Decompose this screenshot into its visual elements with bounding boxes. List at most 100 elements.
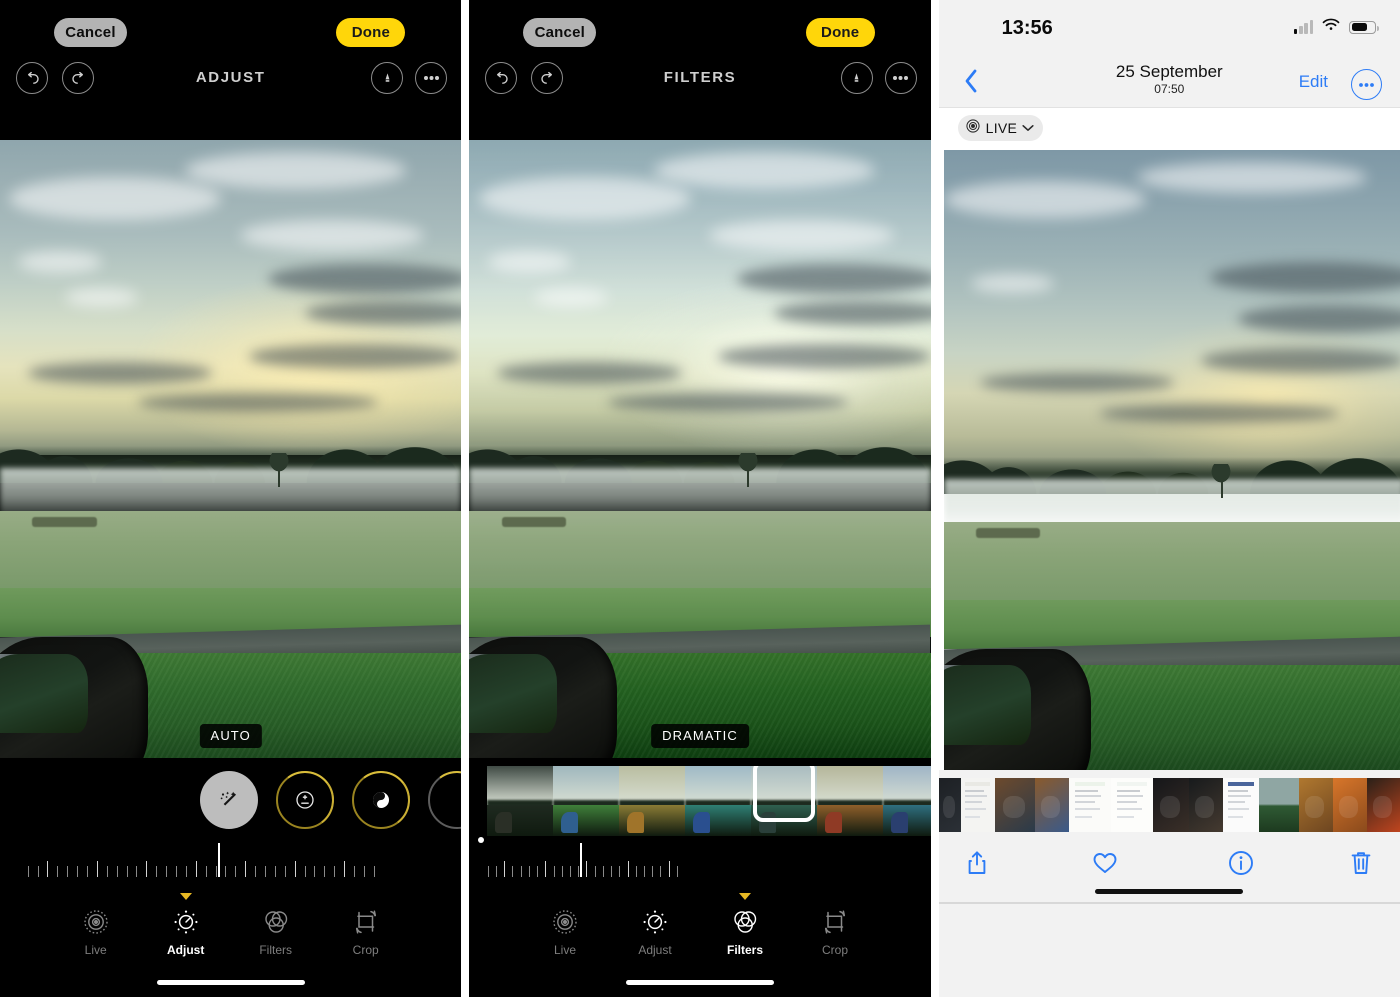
filter-thumb-dramatic[interactable] [751, 766, 818, 836]
slider-tick [67, 866, 69, 877]
info-button[interactable] [1221, 844, 1261, 882]
auto-enhance-dial[interactable] [200, 771, 258, 829]
lone-tree [736, 452, 759, 488]
slider-tick [668, 861, 670, 877]
tab-live[interactable]: Live [534, 905, 596, 957]
filmstrip-thumb-12[interactable] [1332, 778, 1367, 832]
filmstrip-thumb-10[interactable] [1258, 778, 1299, 832]
filmstrip-thumb-1[interactable] [938, 778, 961, 832]
tab-live[interactable]: Live [65, 905, 127, 957]
slider-tick [487, 866, 489, 877]
more-options-icon[interactable] [884, 62, 917, 94]
tab-crop[interactable]: Crop [335, 905, 397, 957]
exposure-dial[interactable] [276, 771, 334, 829]
photo-viewer-image[interactable] [938, 150, 1400, 770]
tab-adjust[interactable]: Adjust [624, 905, 686, 957]
slider-tick [611, 866, 613, 877]
filmstrip-thumb-4[interactable] [1034, 778, 1069, 832]
heart-icon [1093, 853, 1117, 873]
slider-tick [57, 866, 59, 877]
filter-thumb-vivid[interactable] [553, 766, 620, 836]
filter-intensity-slider[interactable] [469, 837, 930, 877]
highlights-dial[interactable] [428, 771, 462, 829]
slider-handle[interactable] [580, 843, 583, 877]
filter-thumb-dramatic-cool[interactable] [883, 766, 931, 836]
wifi-icon [1322, 18, 1340, 36]
live-photo-icon [534, 905, 596, 939]
filmstrip-thumb-8[interactable] [1188, 778, 1223, 832]
delete-button[interactable] [1341, 844, 1381, 882]
signal-strength-icon [1294, 20, 1313, 34]
crop-rotate-icon [804, 905, 866, 939]
slider-tick [635, 866, 637, 877]
photo-preview-filters[interactable]: DRAMATIC [469, 140, 931, 758]
more-options-button[interactable] [1351, 69, 1382, 100]
filter-name-chip: AUTO [199, 724, 262, 748]
slider-tick [245, 861, 247, 877]
markup-pen-icon[interactable] [840, 62, 873, 94]
lone-tree [267, 452, 290, 488]
filmstrip-thumb-3[interactable] [994, 778, 1035, 832]
tab-adjust[interactable]: Adjust [155, 893, 217, 957]
thumb-image [751, 766, 818, 836]
editor-top-bar: Cancel Done ADJUST [0, 0, 462, 140]
slider-tick [676, 866, 678, 877]
filmstrip-thumb-6[interactable] [1110, 778, 1153, 832]
intensity-slider[interactable] [0, 843, 461, 877]
more-options-icon[interactable] [415, 62, 448, 94]
filmstrip-thumb-9[interactable] [1222, 778, 1259, 832]
slider-tick [304, 866, 306, 877]
live-photo-icon [65, 905, 127, 939]
tab-label: Crop [821, 943, 848, 957]
tab-crop[interactable]: Crop [804, 905, 866, 957]
slider-handle[interactable] [217, 843, 220, 877]
chevron-down-icon [1022, 119, 1034, 137]
favourite-button[interactable] [1085, 844, 1125, 882]
editor-tab-bar: Live Adjust Filters Crop [0, 893, 462, 997]
slider-tick [146, 861, 148, 877]
cancel-button[interactable]: Cancel [523, 18, 597, 47]
filter-thumb-dramatic-warm[interactable] [817, 766, 884, 836]
edit-button[interactable]: Edit [1299, 72, 1328, 92]
slider-tick [537, 866, 539, 877]
live-photo-icon [965, 118, 981, 139]
slider-tick [520, 866, 522, 877]
done-button[interactable]: Done [805, 18, 875, 47]
slider-tick [594, 866, 596, 877]
slider-reset-dot[interactable] [478, 837, 485, 843]
filmstrip-thumb-7[interactable] [1152, 778, 1189, 832]
slider-tick [77, 866, 79, 877]
crop-rotate-icon [335, 905, 397, 939]
panel-adjust-editor: Cancel Done ADJUST AUTO Live Adjust Filt… [0, 0, 462, 997]
filmstrip-thumb-5[interactable] [1068, 778, 1111, 832]
trash-icon [1351, 852, 1371, 874]
photo-preview-adjust[interactable]: AUTO [0, 140, 462, 758]
tab-filters[interactable]: Filters [245, 905, 307, 957]
filter-thumb-original[interactable] [487, 766, 554, 836]
filmstrip-thumb-2[interactable] [960, 778, 995, 832]
car-mirror [469, 637, 617, 758]
slider-tick [205, 866, 207, 877]
brilliance-dial[interactable] [352, 771, 410, 829]
page-subtitle: 07:50 [1154, 82, 1185, 96]
live-photo-badge[interactable]: LIVE [957, 115, 1044, 141]
filter-thumb-vivid-cool[interactable] [685, 766, 752, 836]
cancel-button[interactable]: Cancel [54, 18, 127, 47]
filmstrip-thumb-13[interactable] [1366, 778, 1400, 832]
nav-title-block: 25 September 07:50 [939, 62, 1400, 96]
library-filmstrip[interactable] [938, 770, 1400, 832]
car-mirror [943, 649, 1091, 770]
active-tab-caret [179, 893, 192, 900]
editor-sub-toolbar: ADJUST [0, 62, 461, 104]
lone-tree [1210, 463, 1233, 499]
slider-tick [156, 866, 158, 877]
filter-thumbnail-strip[interactable] [469, 766, 931, 836]
share-button[interactable] [957, 844, 997, 882]
thumb-image [487, 766, 554, 836]
markup-pen-icon[interactable] [371, 62, 404, 94]
filter-thumb-vivid-warm[interactable] [619, 766, 686, 836]
filmstrip-thumb-11[interactable] [1298, 778, 1333, 832]
done-button[interactable]: Done [336, 18, 406, 47]
slider-tick [561, 866, 563, 877]
tab-filters[interactable]: Filters [714, 893, 776, 957]
